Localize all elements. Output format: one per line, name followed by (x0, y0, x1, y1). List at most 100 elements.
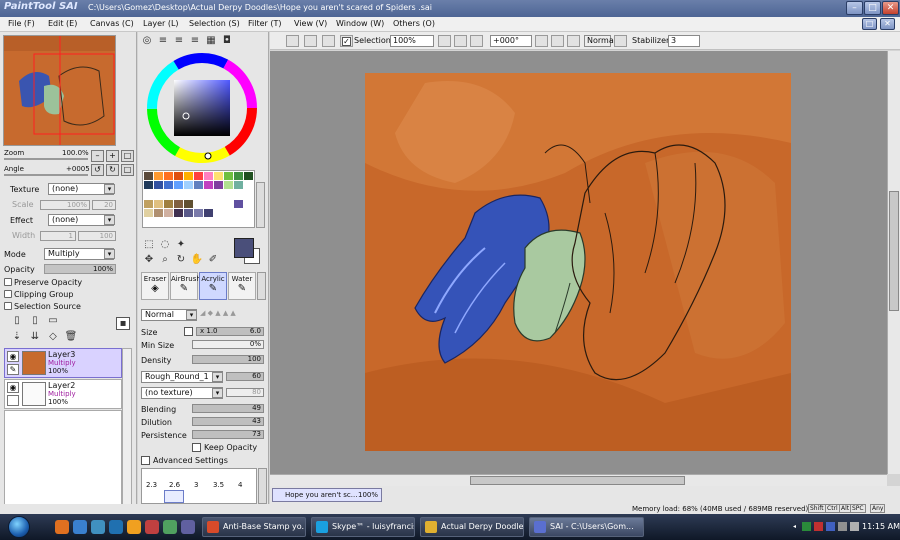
swatch[interactable] (164, 172, 173, 180)
navigator-preview[interactable] (3, 35, 116, 146)
menu-view[interactable]: View (V) (294, 19, 327, 28)
lasso-icon[interactable]: ◌ (158, 239, 172, 252)
selection-checkbox[interactable]: ✓ (342, 37, 351, 46)
min-size-bar[interactable]: 0% (192, 340, 264, 349)
volume-icon[interactable] (850, 522, 859, 531)
brush-shape-icons[interactable]: ◢ ◆ ▲ ▲ ▲ (200, 309, 260, 321)
preserve-opacity-checkbox[interactable] (4, 278, 12, 286)
keep-opacity-checkbox[interactable] (192, 443, 201, 452)
size-lock-checkbox[interactable] (184, 327, 193, 336)
size-preset-scrollbar[interactable] (258, 468, 267, 504)
brush-shape-strength[interactable]: 60 (226, 372, 264, 381)
eyedropper-icon[interactable]: ✐ (206, 254, 220, 267)
start-button[interactable] (8, 516, 30, 538)
delete-layer-icon[interactable]: 🗑 (64, 331, 78, 344)
doc-close-button[interactable]: ✕ (880, 18, 895, 30)
layer-scrollbar[interactable] (122, 348, 132, 508)
swatch[interactable] (184, 200, 193, 208)
layer-row[interactable]: ◉ ✎ Layer3 Multiply 100% (4, 348, 122, 378)
menu-canvas[interactable]: Canvas (C) (90, 19, 134, 28)
maximize-button[interactable]: □ (864, 1, 881, 15)
angle-slider[interactable] (4, 174, 88, 176)
scratchpad-tab-icon[interactable]: ◘ (220, 35, 234, 48)
swatch[interactable] (204, 172, 213, 180)
zoom-reset-button[interactable] (470, 35, 483, 47)
tray-arrow-icon[interactable]: ◂ (790, 522, 799, 531)
density-bar[interactable]: 100 (192, 355, 264, 364)
swatch-scrollbar[interactable] (256, 182, 265, 228)
swatch[interactable] (144, 172, 153, 180)
swatch[interactable] (214, 172, 223, 180)
zoom-out-button[interactable] (438, 35, 451, 47)
scale-num[interactable]: 20 (92, 200, 116, 210)
hsv-slider-tab-icon[interactable]: ≡ (172, 35, 186, 48)
brush-texture-dropdown[interactable]: (no texture) (141, 387, 223, 399)
drawing-canvas[interactable] (365, 73, 791, 451)
brush-shape-dropdown[interactable]: Rough_Round_1 (141, 371, 223, 383)
network-icon[interactable] (838, 522, 847, 531)
stabilizer-dropdown[interactable]: 3 (668, 35, 700, 47)
mode-dropdown-arrow[interactable]: ▾ (104, 249, 115, 259)
angle-dropdown[interactable]: +000° (490, 35, 532, 47)
nav-rotate-reset-button[interactable]: □ (121, 164, 134, 176)
swatch[interactable] (164, 200, 173, 208)
swatch[interactable] (204, 181, 213, 189)
taskbar-item[interactable]: Skype™ - luisyfrancis (311, 517, 415, 537)
persistence-bar[interactable]: 73 (192, 430, 264, 439)
swatches-tab-icon[interactable]: ▦ (204, 35, 218, 48)
brush-texture-arrow[interactable]: ▾ (212, 388, 223, 398)
opacity-bar[interactable]: 100% (44, 264, 116, 274)
swatch[interactable] (174, 200, 183, 208)
app-icon[interactable] (181, 520, 195, 534)
vertical-scroll-thumb[interactable] (889, 191, 899, 311)
close-button[interactable]: ✕ (882, 1, 899, 15)
menu-edit[interactable]: Edit (E) (48, 19, 77, 28)
rotate-reset-button[interactable] (567, 35, 580, 47)
selection-source-checkbox[interactable] (4, 302, 12, 310)
rotate-right-button[interactable] (551, 35, 564, 47)
size-preset[interactable]: 2.6 (169, 481, 180, 489)
layer-panel-toggle-icon[interactable]: ▪ (116, 317, 130, 330)
swatch[interactable] (194, 181, 203, 189)
new-layer-icon[interactable]: ▯ (10, 315, 24, 328)
app-icon[interactable] (163, 520, 177, 534)
horizontal-scroll-thumb[interactable] (470, 476, 685, 485)
nav-zoom-out-button[interactable]: – (91, 150, 104, 162)
swatch[interactable] (234, 200, 243, 208)
visibility-eye-icon[interactable]: ◉ (7, 382, 19, 393)
rotate-left-button[interactable] (535, 35, 548, 47)
flip-button[interactable] (614, 35, 627, 47)
brush-airbrush[interactable]: AirBrush ✎ (170, 272, 201, 300)
clock[interactable]: 11:15 AM (862, 522, 900, 531)
magic-wand-icon[interactable]: ✦ (174, 239, 188, 252)
new-folder-icon[interactable]: ▭ (46, 315, 60, 328)
swatch[interactable] (174, 172, 183, 180)
select-all-button[interactable] (322, 35, 335, 47)
size-preset[interactable]: 4 (238, 481, 242, 489)
menu-file[interactable]: File (F) (8, 19, 35, 28)
width-num[interactable]: 100 (78, 231, 116, 241)
advanced-settings-checkbox[interactable] (141, 456, 150, 465)
folder-icon[interactable] (127, 520, 141, 534)
deselect-button[interactable] (286, 35, 299, 47)
swatch[interactable] (144, 209, 153, 217)
swatch[interactable] (164, 209, 173, 217)
rotate-tool-icon[interactable]: ↻ (174, 254, 188, 267)
taskbar-item[interactable]: Anti-Base Stamp yo... (202, 517, 306, 537)
brush-acrylic[interactable]: Acrylic ✎ (199, 272, 227, 300)
blend-mode-box[interactable]: Normal (584, 35, 616, 47)
lock-icon[interactable] (7, 395, 19, 406)
swatch[interactable] (164, 181, 173, 189)
brush-blend-arrow[interactable]: ▾ (186, 310, 197, 320)
swatch[interactable] (174, 209, 183, 217)
tray-icon[interactable] (802, 522, 811, 531)
visibility-eye-icon[interactable]: ◉ (7, 351, 19, 362)
menu-window[interactable]: Window (W) (336, 19, 384, 28)
new-linework-layer-icon[interactable]: ▯ (28, 315, 42, 328)
zoom-dropdown[interactable]: 100% (390, 35, 434, 47)
menu-layer[interactable]: Layer (L) (143, 19, 179, 28)
ie-icon[interactable] (73, 520, 87, 534)
swatch[interactable] (184, 172, 193, 180)
swatch[interactable] (224, 181, 233, 189)
nav-rotate-left-button[interactable]: ↺ (91, 164, 104, 176)
